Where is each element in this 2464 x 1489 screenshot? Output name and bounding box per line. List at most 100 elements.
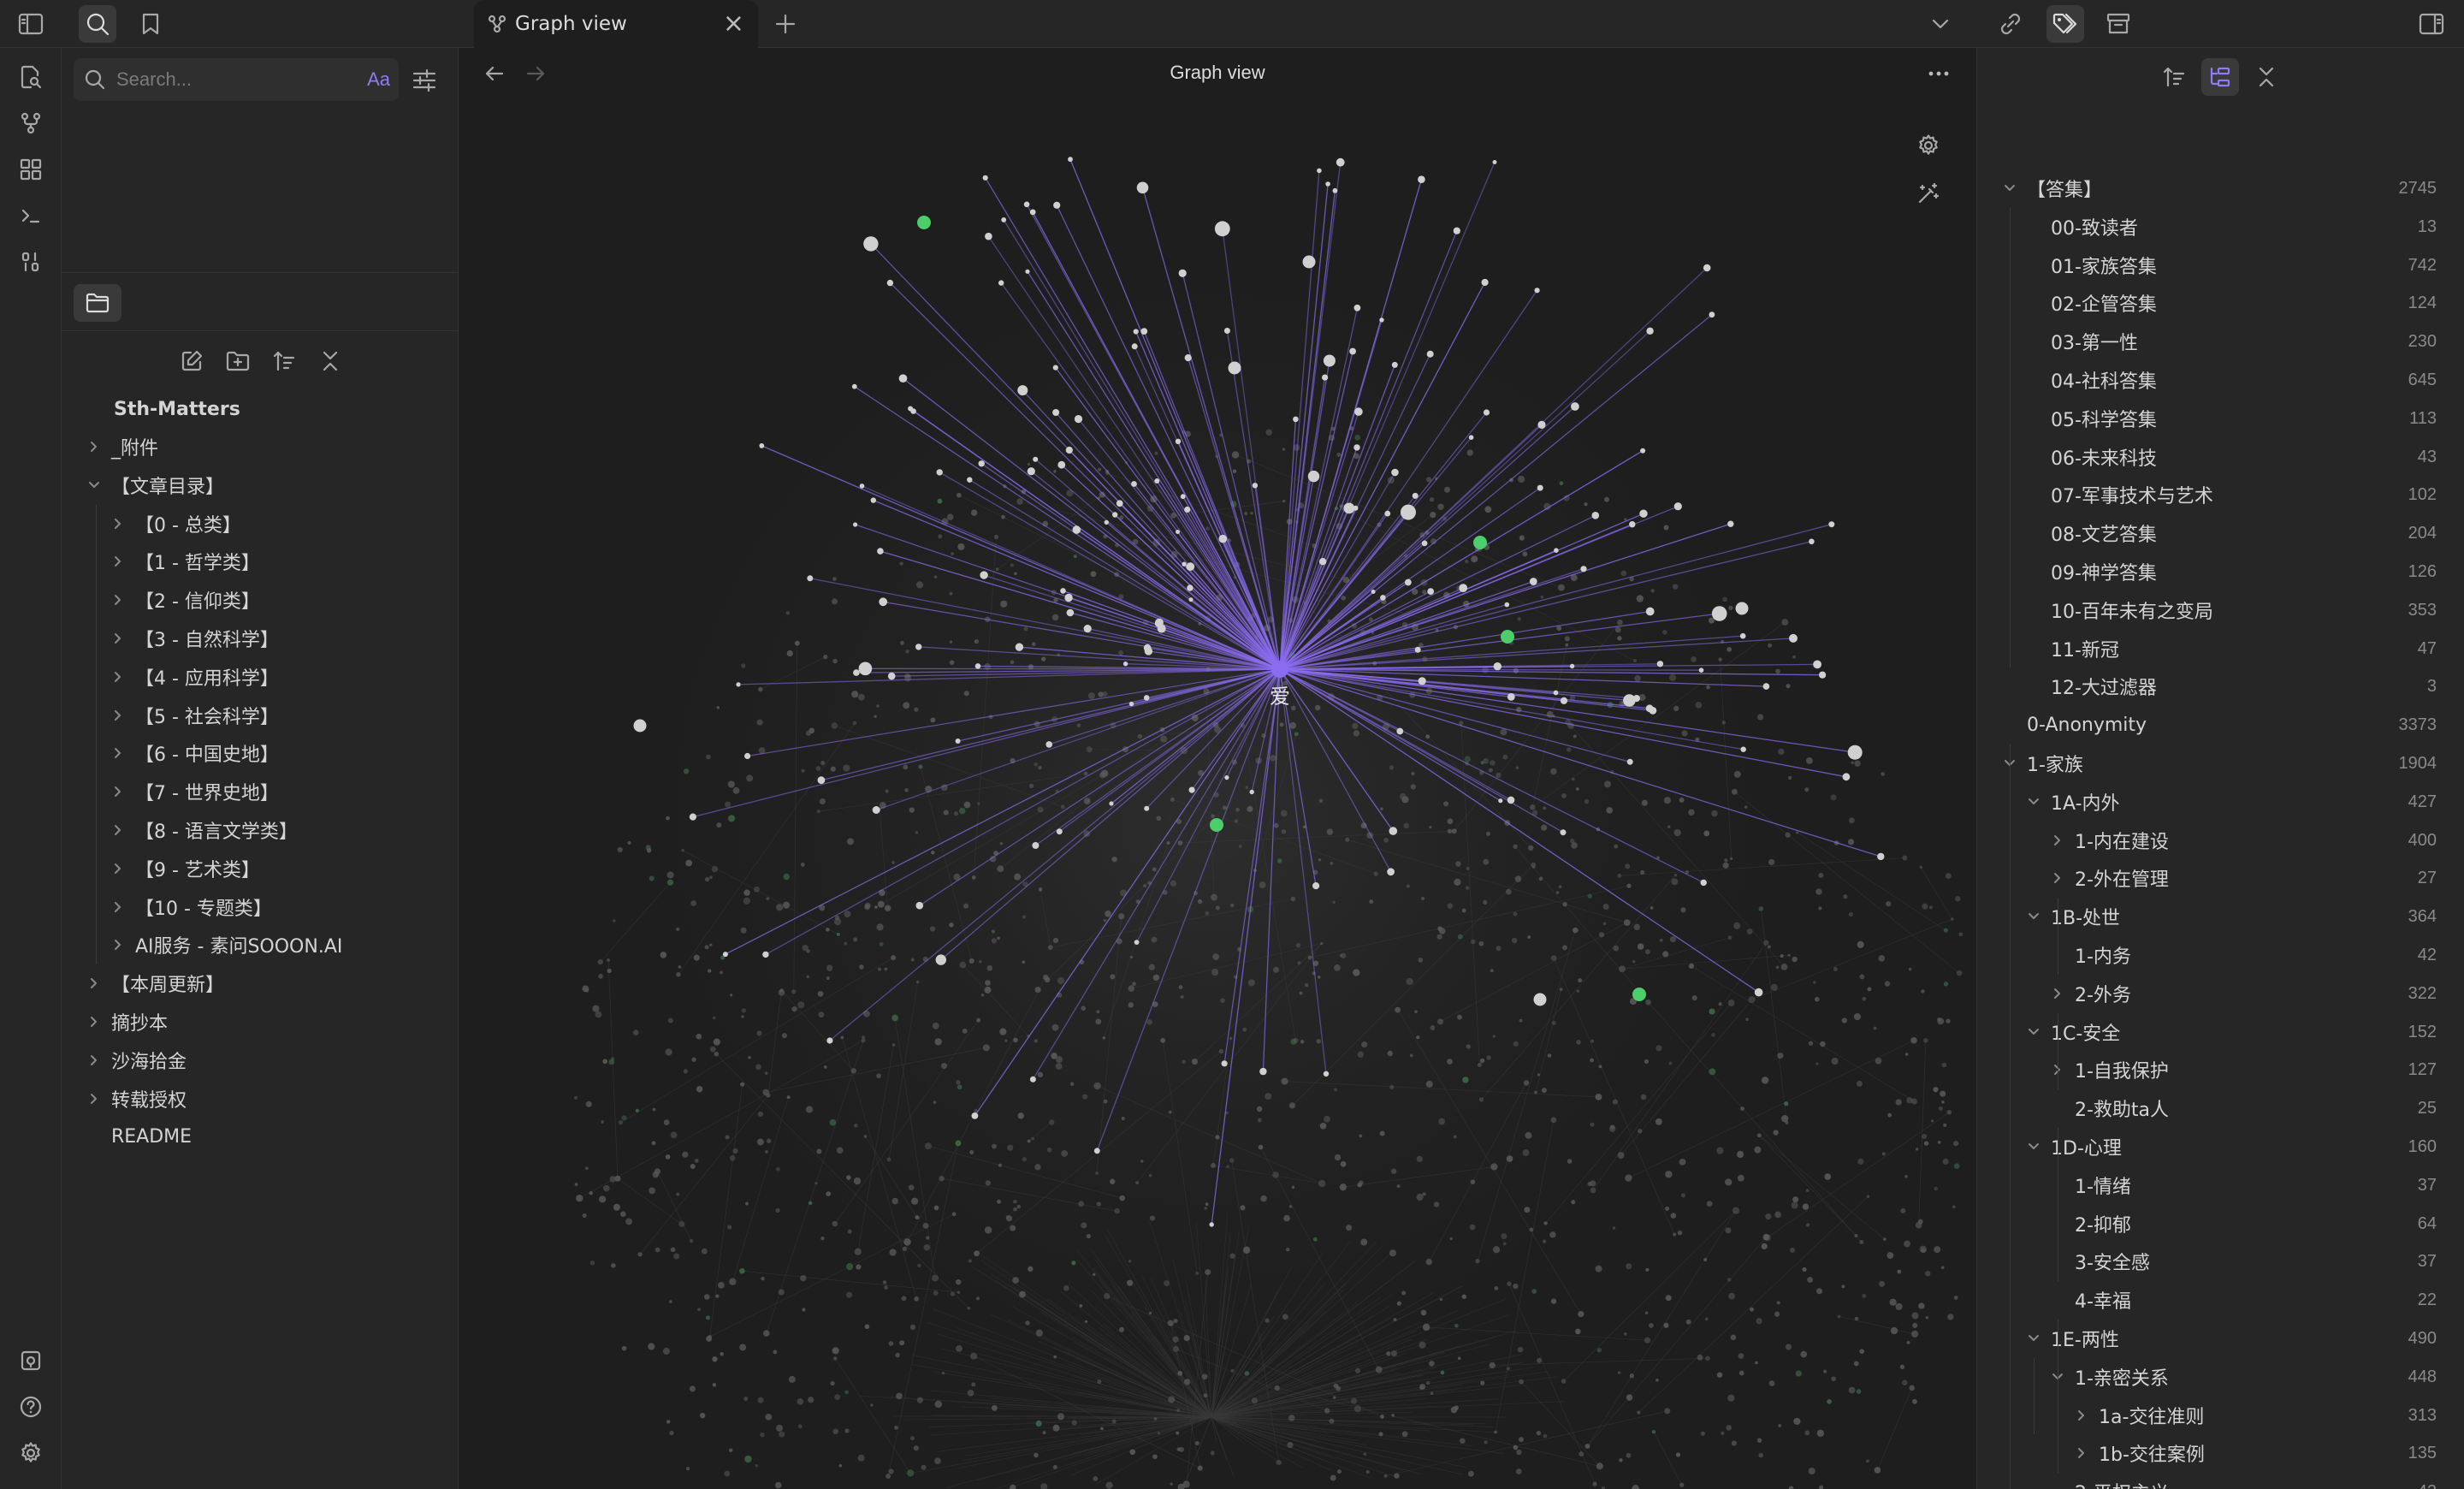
outline-item[interactable]: 1a-交往准则 xyxy=(2073,1397,2463,1434)
linked-node[interactable] xyxy=(1569,663,1575,669)
graph-node[interactable] xyxy=(1282,448,1286,451)
graph-node[interactable] xyxy=(1484,1440,1488,1445)
graph-node[interactable] xyxy=(1792,956,1798,963)
graph-node[interactable] xyxy=(1792,655,1796,659)
graph-node[interactable] xyxy=(1471,939,1476,945)
graph-node[interactable] xyxy=(1564,636,1570,642)
graph-node[interactable] xyxy=(1613,945,1620,952)
collapse-all-button[interactable] xyxy=(311,342,349,380)
graph-node[interactable] xyxy=(781,1033,787,1039)
graph-node[interactable] xyxy=(728,815,736,822)
graph-node[interactable] xyxy=(926,1236,930,1240)
graph-node[interactable] xyxy=(922,1222,929,1229)
graph-node[interactable] xyxy=(1038,766,1042,770)
graph-node[interactable] xyxy=(1265,1093,1272,1100)
linked-node[interactable] xyxy=(1507,796,1515,804)
linked-node[interactable] xyxy=(759,443,765,448)
linked-node[interactable] xyxy=(1221,1060,1228,1067)
graph-node[interactable] xyxy=(1047,945,1053,951)
graph-node[interactable] xyxy=(933,575,938,578)
linked-node[interactable] xyxy=(1323,354,1336,367)
graph-node[interactable] xyxy=(1923,1038,1928,1043)
graph-node[interactable] xyxy=(1151,936,1158,943)
graph-node[interactable] xyxy=(1578,978,1583,983)
graph-node[interactable] xyxy=(676,927,680,931)
linked-node[interactable] xyxy=(1187,584,1194,591)
graph-node[interactable] xyxy=(1830,794,1837,801)
graph-node[interactable] xyxy=(1172,1336,1179,1343)
graph-node[interactable] xyxy=(732,1148,738,1154)
graph-node[interactable] xyxy=(1761,1243,1768,1249)
graph-node[interactable] xyxy=(761,1276,765,1281)
graph-node[interactable] xyxy=(1796,831,1799,834)
graph-node[interactable] xyxy=(1038,887,1043,892)
graph-node[interactable] xyxy=(1943,928,1948,933)
graph-node[interactable] xyxy=(1559,481,1564,485)
graph-node[interactable] xyxy=(1598,1065,1602,1069)
graph-node[interactable] xyxy=(932,1274,939,1282)
graph-node[interactable] xyxy=(1640,1094,1647,1100)
linked-node[interactable] xyxy=(1214,221,1230,237)
linked-node[interactable] xyxy=(1819,671,1827,679)
graph-node[interactable] xyxy=(1854,1316,1859,1321)
graph-node[interactable] xyxy=(1369,899,1374,905)
graph-node[interactable] xyxy=(727,780,735,788)
graph-node[interactable] xyxy=(1590,1058,1594,1063)
linked-node[interactable] xyxy=(1580,566,1587,572)
new-tab-button[interactable] xyxy=(767,5,804,43)
graph-node[interactable] xyxy=(1416,1035,1420,1040)
graph-node[interactable] xyxy=(1238,845,1242,848)
linked-node[interactable] xyxy=(1252,483,1259,489)
tag-node[interactable] xyxy=(917,216,931,229)
graph-node[interactable] xyxy=(1543,806,1547,810)
linked-node[interactable] xyxy=(1371,590,1376,594)
graph-node[interactable] xyxy=(1436,934,1442,940)
graph-node[interactable] xyxy=(1052,937,1059,944)
graph-node[interactable] xyxy=(1353,1405,1362,1413)
graph-node[interactable] xyxy=(704,945,709,950)
graph-node[interactable] xyxy=(1449,1237,1453,1241)
graph-node[interactable] xyxy=(1318,858,1322,862)
graph-node[interactable] xyxy=(712,1383,717,1387)
graph-node[interactable] xyxy=(820,1237,825,1241)
outline-item[interactable]: 09-神学答集 xyxy=(2025,553,2463,590)
graph-node[interactable] xyxy=(1022,915,1027,919)
graph-node[interactable] xyxy=(914,1296,920,1302)
graph-node[interactable] xyxy=(862,1035,866,1040)
graph-node[interactable] xyxy=(1775,668,1780,674)
graph-node[interactable] xyxy=(1731,788,1738,795)
linked-node[interactable] xyxy=(1504,602,1510,608)
graph-node[interactable] xyxy=(844,911,851,918)
graph-node[interactable] xyxy=(1925,1270,1931,1277)
graph-node[interactable] xyxy=(776,1166,780,1172)
graph-node[interactable] xyxy=(1118,913,1125,920)
graph-node[interactable] xyxy=(689,1238,694,1243)
graph-node[interactable] xyxy=(904,788,909,792)
graph-node[interactable] xyxy=(1410,784,1416,790)
graph-node[interactable] xyxy=(1789,1247,1795,1253)
graph-node[interactable] xyxy=(1447,828,1453,834)
graph-node[interactable] xyxy=(1754,1146,1762,1154)
graph-node[interactable] xyxy=(1518,1437,1524,1443)
graph-node[interactable] xyxy=(1129,1449,1136,1456)
file-tree-item[interactable]: 【5 - 社会科学】 xyxy=(110,697,279,734)
graph-node[interactable] xyxy=(1288,1415,1295,1421)
graph-node[interactable] xyxy=(933,1290,939,1296)
graph-node[interactable] xyxy=(1513,1284,1519,1290)
graph-node[interactable] xyxy=(740,927,747,934)
graph-node[interactable] xyxy=(1744,805,1748,809)
graph-node[interactable] xyxy=(743,889,750,896)
graph-node[interactable] xyxy=(1095,1172,1099,1175)
graph-node[interactable] xyxy=(991,938,997,944)
graph-node[interactable] xyxy=(1383,1474,1388,1478)
graph-node[interactable] xyxy=(1947,1314,1954,1320)
graph-node[interactable] xyxy=(1778,1424,1782,1427)
graph-node[interactable] xyxy=(1804,787,1810,792)
linked-node[interactable] xyxy=(1104,519,1109,525)
graph-node[interactable] xyxy=(1118,650,1124,656)
linked-node[interactable] xyxy=(1626,758,1633,765)
linked-node[interactable] xyxy=(910,408,916,414)
graph-node[interactable] xyxy=(1288,1102,1296,1109)
graph-node[interactable] xyxy=(1276,1459,1282,1466)
graph-node[interactable] xyxy=(929,926,936,932)
